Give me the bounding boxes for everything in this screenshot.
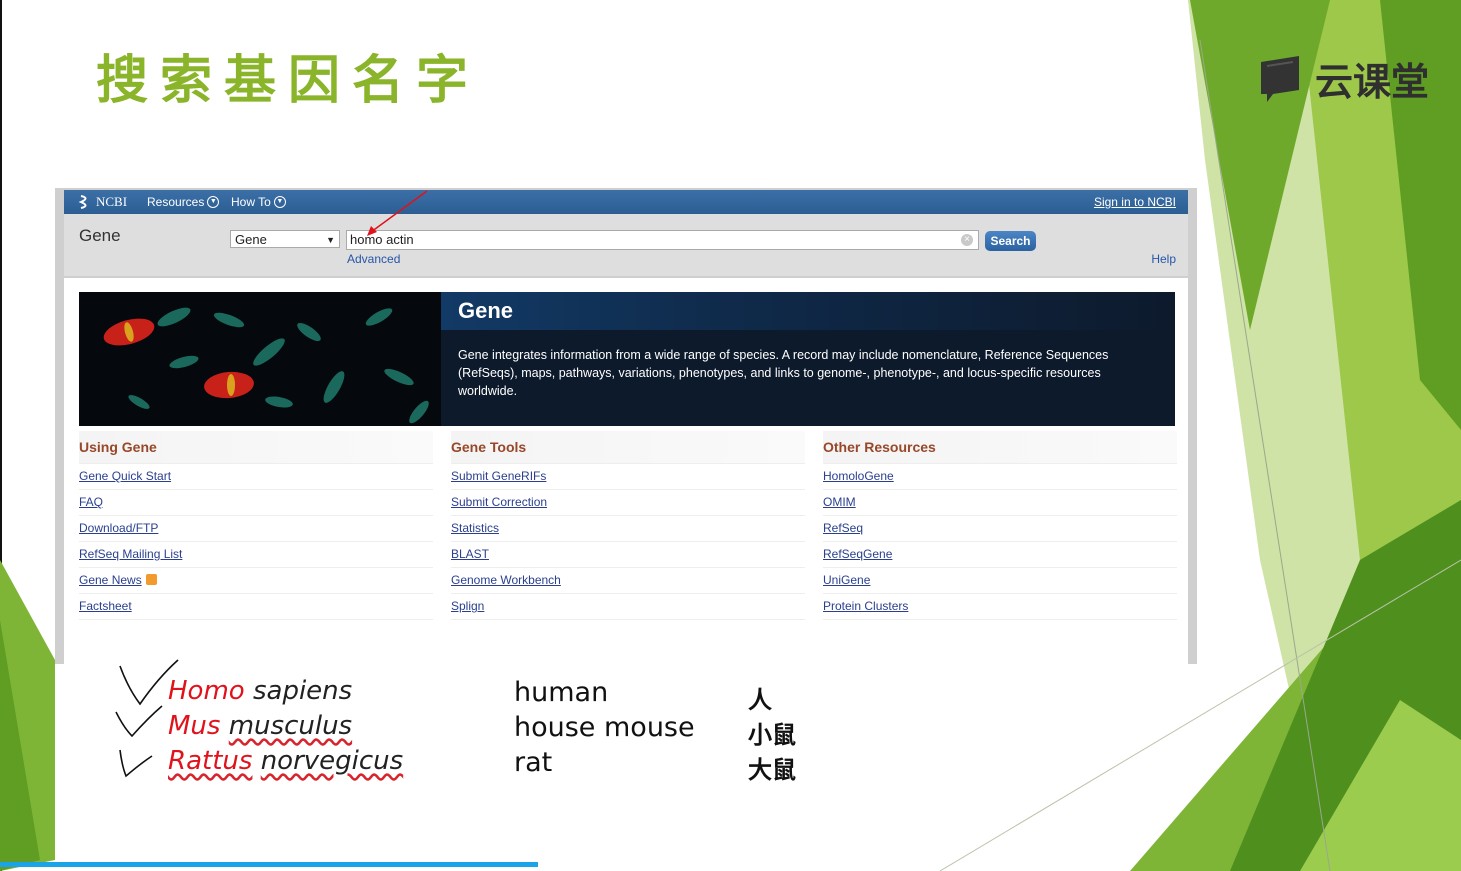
- sign-in-link[interactable]: Sign in to NCBI: [1094, 190, 1176, 214]
- clear-icon[interactable]: ×: [961, 234, 973, 246]
- video-progress-fill: [0, 862, 538, 867]
- link-gene-quick-start[interactable]: Gene Quick Start: [79, 464, 433, 490]
- search-button[interactable]: Search: [985, 231, 1036, 251]
- database-select[interactable]: Gene ▼: [230, 230, 340, 248]
- genus-name: Homo: [168, 676, 245, 706]
- link-gene-news-row: Gene News: [79, 568, 433, 594]
- common-name-rat: rat: [514, 747, 553, 778]
- speech-book-icon: [1261, 56, 1299, 102]
- species-name: norvegicus: [260, 746, 404, 776]
- red-pointer-arrow: [367, 190, 428, 236]
- species-row-human: Homo sapiens: [168, 676, 352, 706]
- link-refseq[interactable]: RefSeq: [823, 516, 1177, 542]
- ncbi-logo[interactable]: NCBI: [78, 190, 127, 214]
- link-omim[interactable]: OMIM: [823, 490, 1177, 516]
- brand-name: 云课堂: [1315, 59, 1430, 104]
- dropdown-arrow-icon: ▼: [326, 235, 335, 245]
- database-label: Gene: [79, 226, 121, 245]
- genus-name: Mus: [168, 711, 221, 741]
- link-factsheet[interactable]: Factsheet: [79, 594, 433, 620]
- link-genome-workbench[interactable]: Genome Workbench: [451, 568, 805, 594]
- link-gene-news[interactable]: Gene News: [79, 573, 142, 587]
- chevron-down-icon: ▼: [207, 196, 220, 208]
- check-icon: [115, 705, 163, 738]
- slide-title: 搜索基因名字: [96, 51, 481, 111]
- brand-logo: 云课堂: [1257, 52, 1429, 104]
- column-heading: Other Resources: [823, 431, 1177, 464]
- column-heading: Using Gene: [79, 431, 433, 464]
- hero-title: Gene: [458, 298, 514, 323]
- nav-resources-label: Resources: [147, 195, 205, 209]
- chinese-name-human: 人: [748, 685, 772, 714]
- link-statistics[interactable]: Statistics: [451, 516, 805, 542]
- ncbi-helix-icon: [78, 195, 87, 209]
- species-name: sapiens: [252, 676, 353, 706]
- species-row-mouse: Mus musculus: [168, 711, 352, 741]
- ncbi-gene-screenshot: NCBI Resources ▼ How To ▼ Sign in to NCB…: [55, 188, 1197, 664]
- check-icon: [119, 749, 153, 778]
- hero-description: Gene integrates information from a wide …: [458, 348, 1109, 398]
- database-select-value: Gene: [235, 232, 267, 247]
- link-blast[interactable]: BLAST: [451, 542, 805, 568]
- column-heading: Gene Tools: [451, 431, 805, 464]
- link-submit-generifs[interactable]: Submit GeneRIFs: [451, 464, 805, 490]
- gene-tools-column: Gene Tools Submit GeneRIFs Submit Correc…: [451, 431, 805, 620]
- link-unigene[interactable]: UniGene: [823, 568, 1177, 594]
- search-bar: Gene Gene ▼ homo actin × Search Advanced…: [64, 214, 1188, 276]
- chevron-down-icon: ▼: [273, 196, 286, 208]
- nav-howto-label: How To: [231, 195, 271, 209]
- chinese-name-mouse: 小鼠: [748, 720, 796, 749]
- genus-name: Rattus: [168, 746, 253, 776]
- nav-howto-menu[interactable]: How To ▼: [231, 190, 286, 214]
- chromosome-image: [79, 292, 441, 426]
- chinese-name-rat: 大鼠: [748, 755, 796, 784]
- common-name-human: human: [514, 677, 609, 708]
- nav-resources-menu[interactable]: Resources ▼: [147, 190, 220, 214]
- advanced-search-link[interactable]: Advanced: [347, 252, 400, 266]
- species-row-rat: Rattus norvegicus: [168, 746, 403, 776]
- link-splign[interactable]: Splign: [451, 594, 805, 620]
- link-refseqgene[interactable]: RefSeqGene: [823, 542, 1177, 568]
- hero-title-band: [441, 292, 1175, 330]
- slide: 搜索基因名字 云课堂 NCBI Resources ▼ How To ▼ Sig…: [0, 0, 1461, 871]
- link-submit-correction[interactable]: Submit Correction: [451, 490, 805, 516]
- link-protein-clusters[interactable]: Protein Clusters: [823, 594, 1177, 620]
- common-name-mouse: house mouse: [514, 712, 695, 743]
- help-link[interactable]: Help: [1151, 252, 1176, 266]
- ncbi-logo-text: NCBI: [96, 194, 128, 209]
- ncbi-top-navbar: NCBI Resources ▼ How To ▼ Sign in to NCB…: [64, 190, 1188, 214]
- rss-icon[interactable]: [145, 574, 157, 585]
- gene-home-content: Gene Gene integrates information from a …: [64, 278, 1188, 664]
- species-name: musculus: [228, 711, 353, 741]
- gene-hero-banner: Gene Gene integrates information from a …: [79, 292, 1175, 426]
- link-faq[interactable]: FAQ: [79, 490, 433, 516]
- link-refseq-mailing-list[interactable]: RefSeq Mailing List: [79, 542, 433, 568]
- using-gene-column: Using Gene Gene Quick Start FAQ Download…: [79, 431, 433, 620]
- link-homologene[interactable]: HomoloGene: [823, 464, 1177, 490]
- other-resources-column: Other Resources HomoloGene OMIM RefSeq R…: [823, 431, 1177, 620]
- link-download-ftp[interactable]: Download/FTP: [79, 516, 433, 542]
- video-progress-bar[interactable]: [0, 862, 1461, 867]
